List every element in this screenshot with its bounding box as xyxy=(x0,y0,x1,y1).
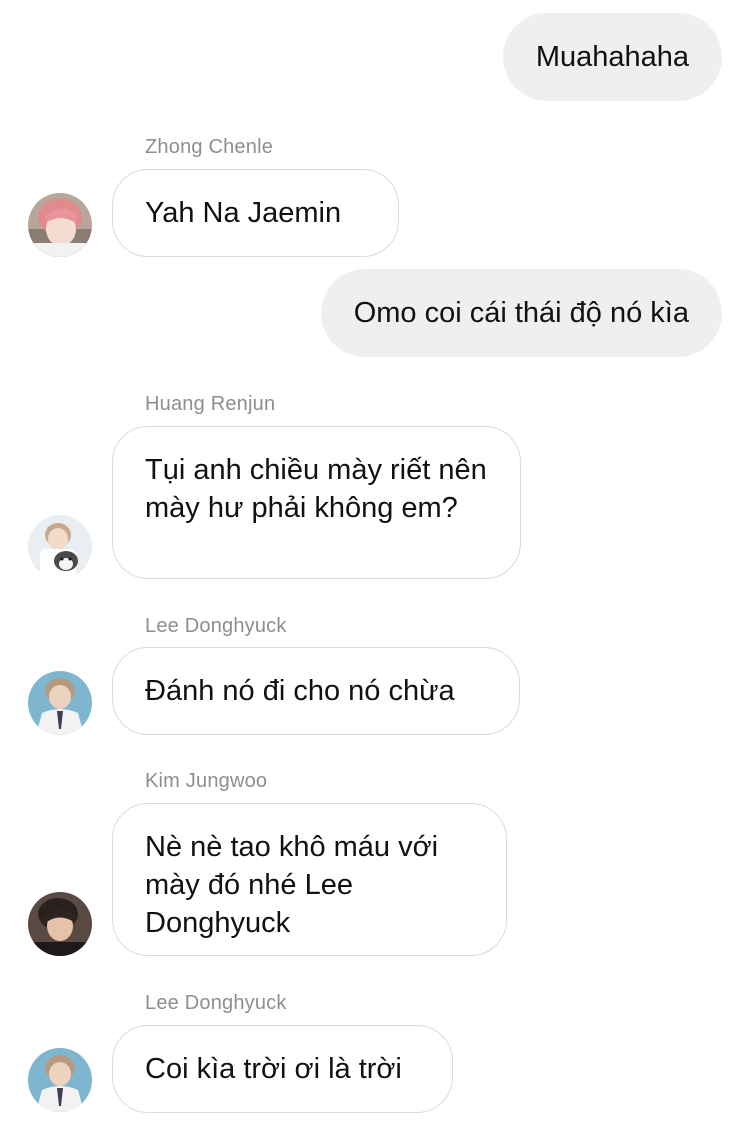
received-message-bubble[interactable]: Nè nè tao khô máu với mày đó nhé Lee Don… xyxy=(112,803,507,956)
avatar[interactable] xyxy=(28,515,92,579)
sender-name: Zhong Chenle xyxy=(145,136,274,158)
sender-name: Huang Renjun xyxy=(145,393,276,415)
avatar-pink-hair-photo xyxy=(28,193,92,257)
received-message-bubble[interactable]: Tụi anh chiều mày riết nên mày hư phải k… xyxy=(112,426,521,579)
avatar-suit-photo xyxy=(28,1048,92,1112)
avatar[interactable] xyxy=(28,1048,92,1112)
avatar[interactable] xyxy=(28,193,92,257)
avatar[interactable] xyxy=(28,671,92,735)
received-message-bubble[interactable]: Đánh nó đi cho nó chừa xyxy=(112,647,520,735)
sender-name: Lee Donghyuck xyxy=(145,992,287,1014)
received-message-bubble[interactable]: Yah Na Jaemin xyxy=(112,169,399,257)
sent-message-bubble[interactable]: Muahahaha xyxy=(502,13,722,101)
avatar-with-dog-photo xyxy=(28,515,92,579)
avatar-dark-photo xyxy=(28,892,92,956)
sender-name: Lee Donghyuck xyxy=(145,615,287,637)
chat-thread[interactable]: Muahahaha Zhong Chenle Yah Na Jaemin Omo… xyxy=(0,0,750,1122)
sender-name: Kim Jungwoo xyxy=(145,770,268,792)
avatar-suit-photo xyxy=(28,671,92,735)
received-message-bubble[interactable]: Coi kìa trời ơi là trời xyxy=(112,1025,453,1113)
sent-message-bubble[interactable]: Omo coi cái thái độ nó kìa xyxy=(320,269,722,357)
avatar[interactable] xyxy=(28,892,92,956)
